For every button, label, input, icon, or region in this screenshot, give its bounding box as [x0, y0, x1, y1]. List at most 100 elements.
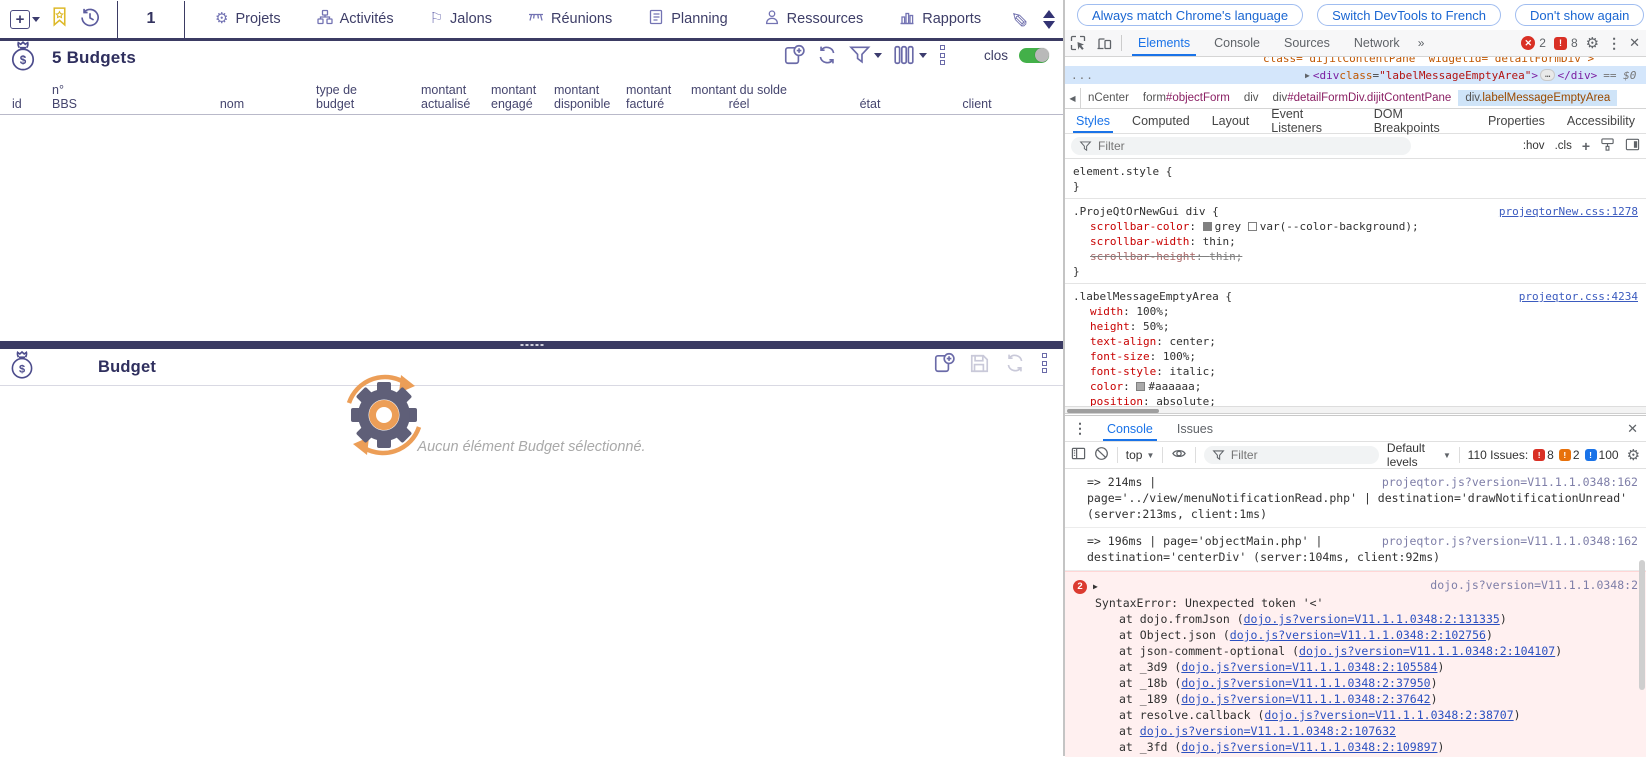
styles-horizontal-scrollbar[interactable] — [1065, 406, 1646, 414]
closed-filter-toggle[interactable] — [1019, 48, 1049, 63]
expand-error-icon[interactable]: ▶ — [1093, 582, 1098, 591]
console-tab-console[interactable]: Console — [1095, 416, 1165, 441]
refresh-icon[interactable] — [816, 44, 838, 66]
column-header-type-de-budget[interactable]: type debudget — [312, 83, 417, 111]
stack-frame-link[interactable]: dojo.js?version=V11.1.1.0348:2:109897 — [1181, 740, 1437, 754]
nav-item-planning[interactable]: Planning — [648, 9, 727, 30]
switch-language-button[interactable]: Switch DevTools to French — [1317, 4, 1501, 26]
kebab-menu-icon[interactable] — [938, 45, 947, 65]
stack-frame-link[interactable]: dojo.js?version=V11.1.1.0348:2:131335 — [1244, 612, 1500, 626]
css-declaration-font-style[interactable]: font-style: italic; — [1073, 364, 1638, 379]
breadcrumb-ncenter[interactable]: nCenter — [1081, 90, 1136, 106]
issues-badge-icon[interactable]: ! — [1554, 37, 1567, 50]
column-header-n-bbs[interactable]: n°BBS — [52, 83, 152, 111]
error-badge-icon[interactable]: ✕ — [1521, 36, 1535, 50]
color-swatch[interactable] — [1203, 222, 1212, 231]
styles-tab-event-listeners[interactable]: Event Listeners — [1260, 109, 1363, 133]
close-console-icon[interactable]: ✕ — [1627, 421, 1646, 437]
breadcrumb-scroll-left-icon[interactable]: ◀ — [1065, 88, 1081, 108]
settings-gear-icon[interactable]: ⚙ — [1586, 34, 1599, 52]
sort-arrows-icon[interactable] — [1043, 10, 1055, 29]
show-console-sidebar-icon[interactable] — [1071, 446, 1086, 464]
console-tab-issues[interactable]: Issues — [1165, 416, 1225, 441]
pencil-icon[interactable]: ✎ — [1006, 10, 1031, 28]
devtools-tab-network[interactable]: Network — [1342, 30, 1412, 56]
issues-summary[interactable]: 110 Issues: !8!2!100 — [1468, 448, 1619, 462]
columns-icon[interactable] — [893, 45, 927, 65]
toggle-element-state-button[interactable]: :hov — [1523, 140, 1545, 152]
log-levels-selector[interactable]: Default levels▼ — [1387, 441, 1451, 469]
log-source-link[interactable]: dojo.js?version=V11.1.1.0348:2 — [1418, 577, 1638, 595]
refresh-icon[interactable] — [1004, 352, 1026, 374]
bookmark-star-icon[interactable] — [50, 6, 69, 32]
css-declaration-text-align[interactable]: text-align: center; — [1073, 334, 1638, 349]
horizontal-splitter[interactable] — [0, 341, 1063, 349]
console-menu-icon[interactable]: ⋮ — [1065, 420, 1095, 437]
styles-tab-layout[interactable]: Layout — [1201, 109, 1261, 133]
filter-funnel-icon[interactable] — [849, 45, 882, 65]
nav-item-jalons[interactable]: ⚐Jalons — [430, 10, 492, 28]
element-classes-button[interactable]: .cls — [1555, 140, 1572, 152]
column-header-nom[interactable]: nom — [152, 97, 312, 111]
css-selector[interactable]: element.style { — [1073, 164, 1638, 179]
add-document-icon[interactable] — [783, 44, 805, 66]
tab-counter[interactable]: 1 — [134, 10, 168, 28]
styles-tab-dom-breakpoints[interactable]: DOM Breakpoints — [1363, 109, 1477, 133]
css-declaration-scrollbar-width[interactable]: scrollbar-width: thin; — [1073, 234, 1638, 249]
log-source-link[interactable]: projeqtor.js?version=V11.1.1.0348:162 — [1370, 474, 1638, 490]
nav-item-ressources[interactable]: Ressources — [764, 9, 864, 30]
breadcrumb-divdetailformdivdijitcontentpane[interactable]: div#detailFormDiv.dijitContentPane — [1266, 90, 1459, 106]
breadcrumb-div[interactable]: div — [1237, 90, 1266, 106]
console-vertical-scrollbar[interactable] — [1639, 560, 1645, 690]
scrollbar-thumb[interactable] — [1067, 409, 1159, 414]
styles-tab-properties[interactable]: Properties — [1477, 109, 1556, 133]
stack-frame-link[interactable]: dojo.js?version=V11.1.1.0348:2:107632 — [1140, 724, 1396, 738]
stack-frame-link[interactable]: dojo.js?version=V11.1.1.0348:2:105584 — [1181, 660, 1437, 674]
css-declaration-scrollbar-color[interactable]: scrollbar-color: grey var(--color-backgr… — [1073, 219, 1638, 234]
more-tabs-icon[interactable]: » — [1412, 36, 1430, 50]
overflow-dots[interactable]: ... — [1071, 69, 1094, 82]
stylesheet-link[interactable]: projeqtorNew.css:1278 — [1499, 204, 1638, 219]
column-header-id[interactable]: id — [12, 97, 52, 111]
console-filter-input[interactable] — [1231, 448, 1371, 462]
expand-node-icon[interactable]: ▶ — [1305, 71, 1310, 80]
close-devtools-icon[interactable]: ✕ — [1629, 35, 1640, 51]
collapsed-content-ellipsis[interactable]: … — [1540, 69, 1555, 81]
styles-tab-computed[interactable]: Computed — [1121, 109, 1201, 133]
color-swatch[interactable] — [1248, 222, 1257, 231]
dock-sidebar-icon[interactable] — [1625, 137, 1640, 155]
device-toolbar-icon[interactable] — [1091, 35, 1117, 51]
clipped-html-line[interactable]: class="dijitContentPane" widgetid="detai… — [1065, 57, 1646, 66]
css-declaration-height[interactable]: height: 50%; — [1073, 319, 1638, 334]
column-header-montant-facture[interactable]: montantfacturé — [622, 83, 676, 111]
nav-item-reunions[interactable]: Réunions — [528, 9, 612, 30]
nav-item-activites[interactable]: Activités — [317, 9, 394, 30]
save-icon[interactable] — [969, 353, 990, 374]
css-declaration-font-size[interactable]: font-size: 100%; — [1073, 349, 1638, 364]
devtools-tab-elements[interactable]: Elements — [1126, 30, 1202, 56]
nav-item-rapports[interactable]: Rapports — [899, 9, 981, 30]
styles-filter-input[interactable] — [1098, 139, 1403, 153]
console-settings-gear-icon[interactable]: ⚙ — [1627, 446, 1640, 464]
stack-frame-link[interactable]: dojo.js?version=V11.1.1.0348:2:104107 — [1299, 644, 1555, 658]
css-declaration-position[interactable]: position: absolute; — [1073, 394, 1638, 406]
clear-console-icon[interactable] — [1094, 446, 1109, 464]
css-declaration-scrollbar-height[interactable]: scrollbar-height: thin; — [1073, 249, 1638, 264]
new-style-rule-icon[interactable]: + — [1582, 138, 1590, 154]
add-button[interactable]: + — [10, 10, 40, 29]
inspect-element-icon[interactable] — [1065, 35, 1091, 51]
log-source-link[interactable]: projeqtor.js?version=V11.1.1.0348:162 — [1370, 533, 1638, 549]
column-header-etat[interactable]: état — [802, 97, 938, 111]
devtools-tab-sources[interactable]: Sources — [1272, 30, 1342, 56]
color-swatch[interactable] — [1136, 382, 1145, 391]
stack-frame-link[interactable]: dojo.js?version=V11.1.1.0348:2:37642 — [1181, 692, 1430, 706]
styles-tab-accessibility[interactable]: Accessibility — [1556, 109, 1646, 133]
stack-frame-link[interactable]: dojo.js?version=V11.1.1.0348:2:37950 — [1181, 676, 1430, 690]
breadcrumb-formobjectform[interactable]: form#objectForm — [1136, 90, 1237, 106]
add-document-icon[interactable] — [933, 352, 955, 374]
css-declaration-color[interactable]: color: #aaaaaa; — [1073, 379, 1638, 394]
styles-tab-styles[interactable]: Styles — [1065, 109, 1121, 133]
stylesheet-link[interactable]: projeqtor.css:4234 — [1519, 289, 1638, 304]
live-expression-eye-icon[interactable] — [1171, 446, 1187, 464]
rendering-emulation-icon[interactable] — [1600, 137, 1615, 155]
